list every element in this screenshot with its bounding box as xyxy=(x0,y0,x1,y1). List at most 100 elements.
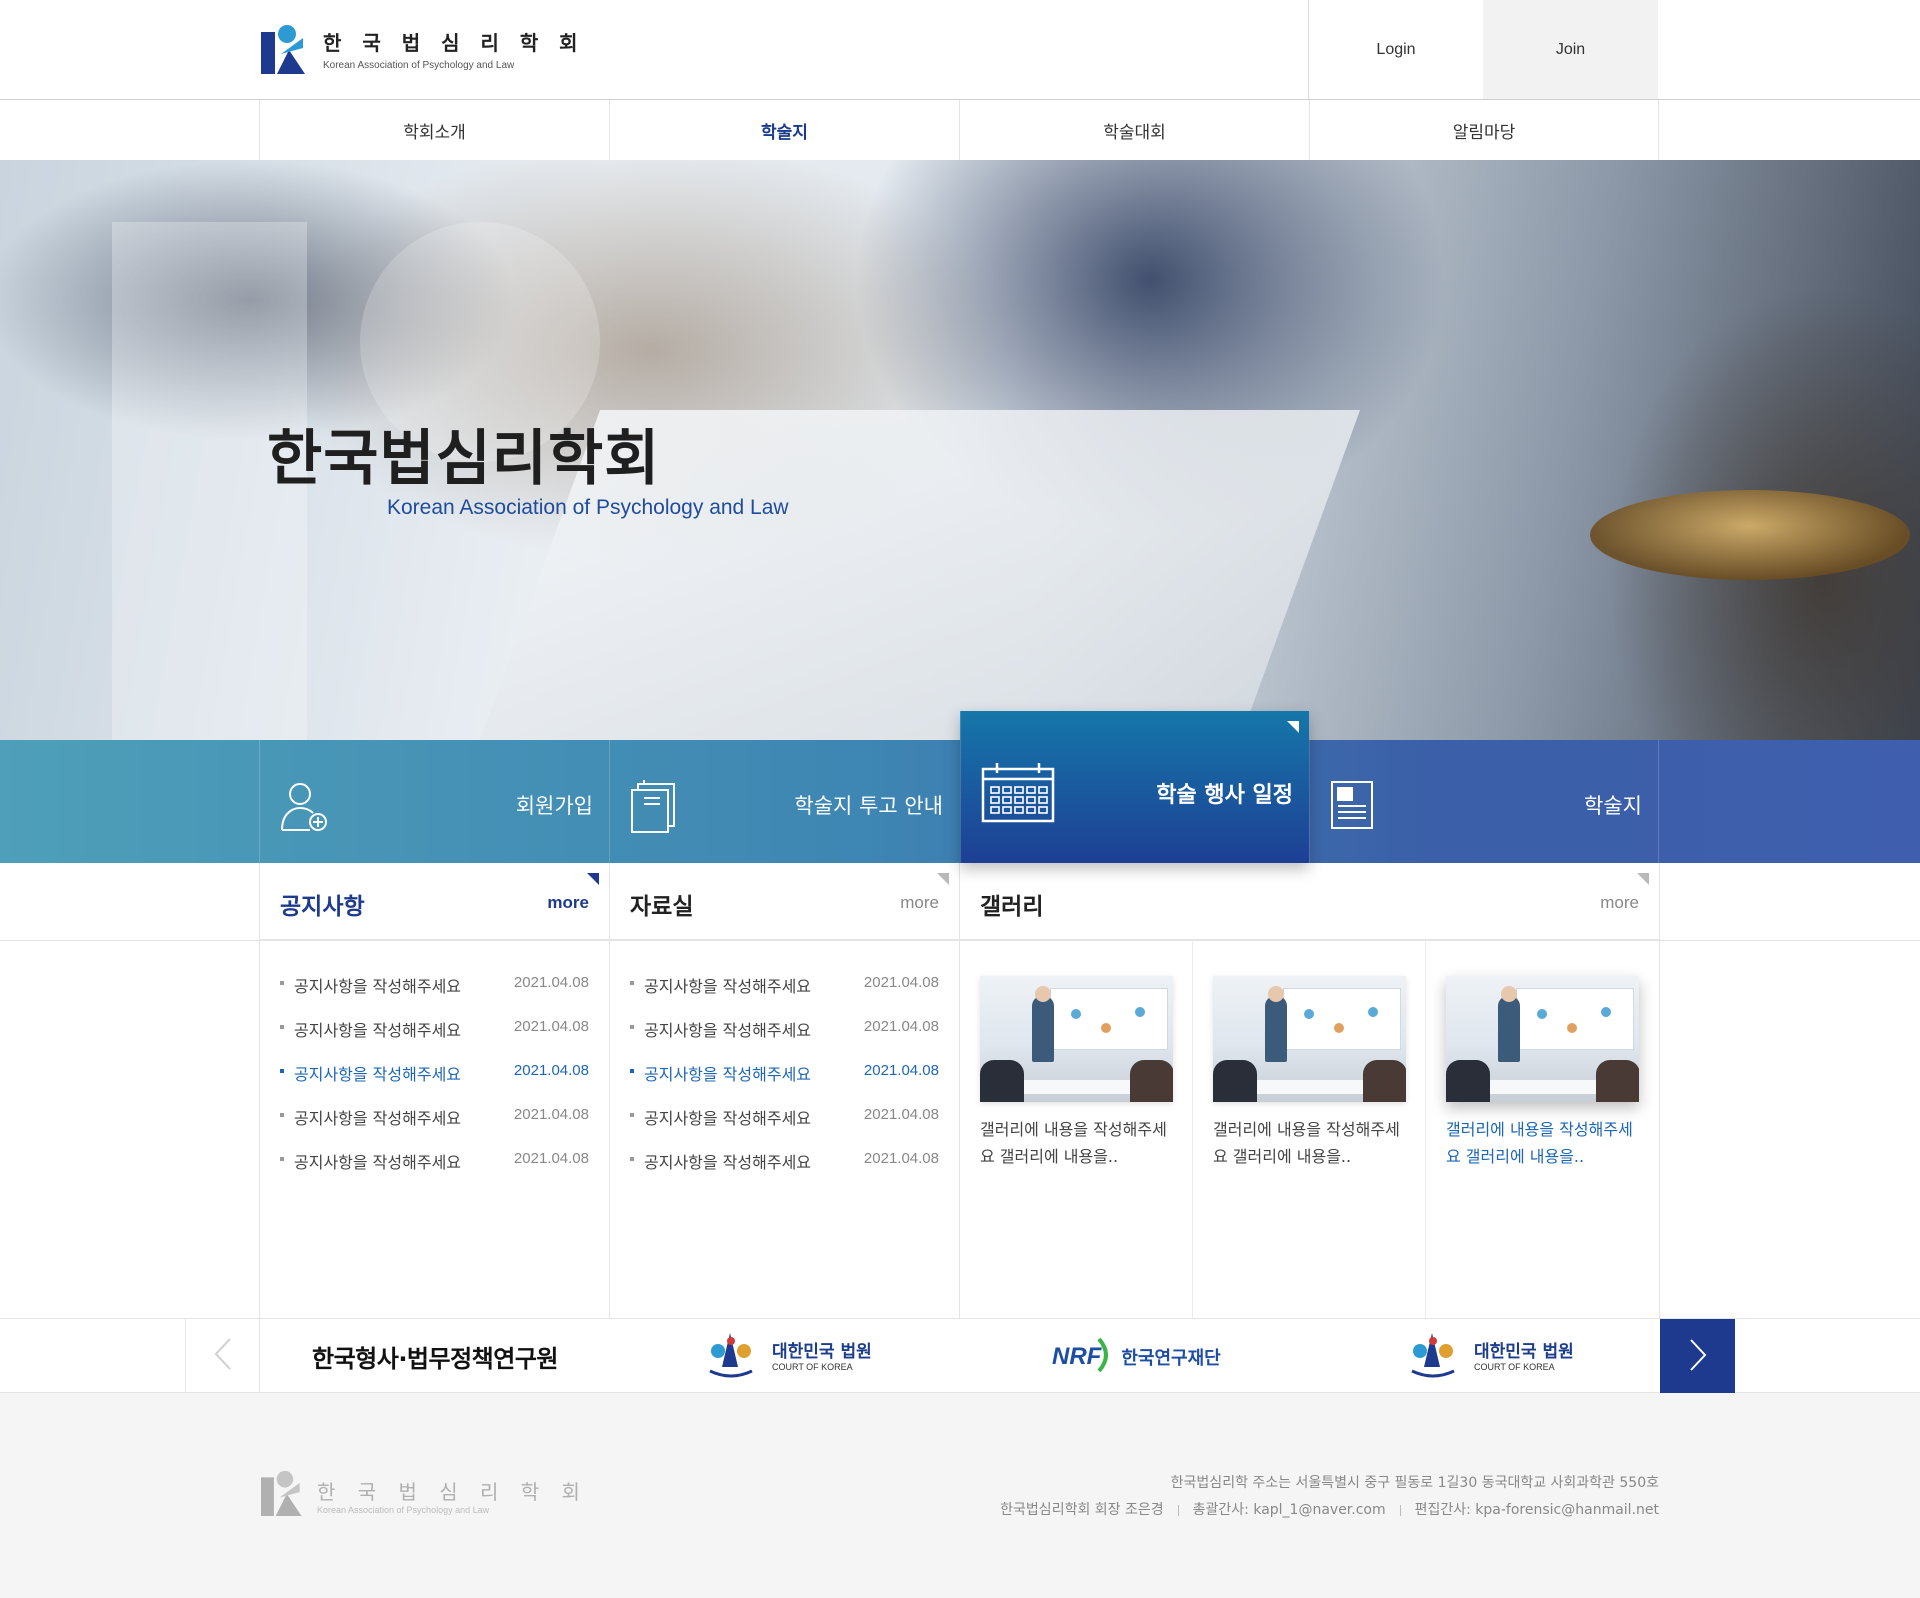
notice-row[interactable]: 공지사항을 작성해주세요 2021.04.08 xyxy=(280,1051,589,1095)
archive-row[interactable]: 공지사항을 작성해주세요 2021.04.08 xyxy=(630,1095,939,1139)
corner-arrow-icon xyxy=(1637,873,1649,885)
bullet-icon xyxy=(630,981,634,985)
quick-link-label: 학술지 투고 안내 xyxy=(794,794,943,818)
presenter xyxy=(1265,986,1287,1062)
login-link[interactable]: Login xyxy=(1308,0,1483,99)
notice-row[interactable]: 공지사항을 작성해주세요 2021.04.08 xyxy=(280,1007,589,1051)
footer-info: 한국법심리학 주소는 서울특별시 중구 필동로 1길30 동국대학교 사회과학관… xyxy=(1000,1470,1659,1524)
archive-row-title: 공지사항을 작성해주세요 xyxy=(644,1021,812,1040)
gallery-thumbnail[interactable] xyxy=(980,976,1173,1102)
gallery-title: 갤러리 xyxy=(980,894,1044,920)
quick-link-journal[interactable]: 학술지 xyxy=(1309,740,1659,863)
main-nav: 학회소개 학술지 학술대회 알림마당 xyxy=(0,100,1920,160)
partner-nrf[interactable]: NRF 한국연구재단 xyxy=(1052,1319,1221,1394)
hero-banner: 한국법심리학회 Korean Association of Psychology… xyxy=(0,160,1920,740)
notice-row-date: 2021.04.08 xyxy=(513,1018,589,1035)
hero-title: 한국법심리학회 xyxy=(267,424,661,494)
partner-kicj[interactable]: 한국형사·법무정책연구원 xyxy=(312,1319,559,1394)
bullet-icon xyxy=(280,981,284,985)
gallery-caption[interactable]: 갤러리에 내용을 작성해주세요 갤러리에 내용을.. xyxy=(1446,1116,1646,1170)
nav-item-notices[interactable]: 알림마당 xyxy=(1309,100,1659,160)
notice-row-date: 2021.04.08 xyxy=(513,1106,589,1123)
quick-link-label: 회원가입 xyxy=(515,794,593,818)
join-link[interactable]: Join xyxy=(1483,0,1658,99)
carousel-prev-button[interactable] xyxy=(185,1319,260,1393)
archive-row-date: 2021.04.08 xyxy=(863,1106,939,1123)
corner-arrow-icon xyxy=(1287,721,1299,733)
bullet-icon xyxy=(280,1157,284,1161)
partner-subtitle: COURT OF KOREA xyxy=(1474,1361,1555,1372)
carousel-next-button[interactable] xyxy=(1660,1319,1735,1394)
archive-row[interactable]: 공지사항을 작성해주세요 2021.04.08 xyxy=(630,1007,939,1051)
quick-link-event-schedule[interactable]: 학술 행사 일정 xyxy=(960,711,1309,863)
archive-title: 자료실 xyxy=(630,894,694,920)
archive-header: 자료실 more xyxy=(610,863,959,940)
partner-name: 대한민국 법원 xyxy=(1474,1341,1574,1362)
notice-row-title: 공지사항을 작성해주세요 xyxy=(294,1153,462,1172)
archive-row[interactable]: 공지사항을 작성해주세요 2021.04.08 xyxy=(630,963,939,1007)
footer-logo-subtitle: Korean Association of Psychology and Law xyxy=(317,1504,490,1515)
seated-person xyxy=(1130,1060,1173,1102)
archive-row-date: 2021.04.08 xyxy=(863,1150,939,1167)
journal-icon xyxy=(1330,780,1374,835)
seated-person xyxy=(1213,1060,1257,1102)
gallery-caption[interactable]: 갤러리에 내용을 작성해주세요 갤러리에 내용을.. xyxy=(1213,1116,1413,1170)
whiteboard xyxy=(1283,988,1401,1050)
divider xyxy=(1399,1504,1401,1516)
logo-mark-icon xyxy=(259,1470,309,1520)
footer-president: 한국법심리학회 회장 조은경 xyxy=(1000,1502,1164,1518)
hero-scale-image xyxy=(1590,490,1910,580)
notice-row[interactable]: 공지사항을 작성해주세요 2021.04.08 xyxy=(280,1095,589,1139)
gallery-more-link[interactable]: more xyxy=(1600,893,1639,913)
corner-arrow-icon xyxy=(937,873,949,885)
chevron-left-icon xyxy=(214,1337,232,1375)
seated-person xyxy=(1446,1060,1490,1102)
nav-item-about[interactable]: 학회소개 xyxy=(259,100,609,160)
archive-row-title: 공지사항을 작성해주세요 xyxy=(644,1109,812,1128)
archive-row-title: 공지사항을 작성해주세요 xyxy=(644,977,812,996)
gallery-item[interactable]: 갤러리에 내용을 작성해주세요 갤러리에 내용을.. xyxy=(1426,940,1659,1318)
archive-row-title: 공지사항을 작성해주세요 xyxy=(644,1153,812,1172)
bullet-icon xyxy=(630,1113,634,1117)
corner-arrow-icon xyxy=(587,873,599,885)
gallery-caption[interactable]: 갤러리에 내용을 작성해주세요 갤러리에 내용을.. xyxy=(980,1116,1180,1170)
notice-title: 공지사항 xyxy=(280,894,365,920)
notice-row-title: 공지사항을 작성해주세요 xyxy=(294,1109,462,1128)
hero-subtitle: Korean Association of Psychology and Law xyxy=(387,496,789,519)
seated-person xyxy=(1363,1060,1406,1102)
court-emblem-icon xyxy=(700,1327,762,1387)
partner-court-of-korea[interactable]: 대한민국 법원 COURT OF KOREA xyxy=(700,1319,872,1394)
notice-row[interactable]: 공지사항을 작성해주세요 2021.04.08 xyxy=(280,963,589,1007)
gallery-thumbnail[interactable] xyxy=(1446,976,1639,1102)
archive-row-title: 공지사항을 작성해주세요 xyxy=(644,1065,812,1084)
partner-court-of-korea-2[interactable]: 대한민국 법원 COURT OF KOREA xyxy=(1402,1319,1574,1394)
nrf-swoosh-icon xyxy=(1097,1335,1111,1379)
notice-more-link[interactable]: more xyxy=(547,893,589,913)
court-emblem-icon xyxy=(1402,1327,1464,1387)
archive-board: 자료실 more 공지사항을 작성해주세요 2021.04.08 공지사항을 작성… xyxy=(609,863,959,1318)
nav-item-journal[interactable]: 학술지 xyxy=(609,100,959,160)
quick-link-submission-guide[interactable]: 학술지 투고 안내 xyxy=(609,740,959,863)
seated-person xyxy=(1596,1060,1639,1102)
quick-link-membership[interactable]: 회원가입 xyxy=(259,740,609,863)
site-logo[interactable]: 한 국 법 심 리 학 회 Korean Association of Psyc… xyxy=(259,24,585,74)
gallery-item[interactable]: 갤러리에 내용을 작성해주세요 갤러리에 내용을.. xyxy=(1193,940,1426,1318)
archive-row[interactable]: 공지사항을 작성해주세요 2021.04.08 xyxy=(630,1051,939,1095)
presenter xyxy=(1032,986,1054,1062)
whiteboard xyxy=(1050,988,1168,1050)
gallery-thumbnail[interactable] xyxy=(1213,976,1406,1102)
notice-row-date: 2021.04.08 xyxy=(513,974,589,991)
gallery-item[interactable]: 갤러리에 내용을 작성해주세요 갤러리에 내용을.. xyxy=(960,940,1193,1318)
nav-item-conference[interactable]: 학술대회 xyxy=(959,100,1309,160)
gallery-header: 갤러리 more xyxy=(960,863,1659,940)
archive-more-link[interactable]: more xyxy=(900,893,939,913)
footer-secretary-email: 총괄간사: kapl_1@naver.com xyxy=(1192,1502,1386,1518)
notice-row-title: 공지사항을 작성해주세요 xyxy=(294,977,462,996)
notice-row[interactable]: 공지사항을 작성해주세요 2021.04.08 xyxy=(280,1139,589,1183)
whiteboard xyxy=(1516,988,1634,1050)
archive-row-date: 2021.04.08 xyxy=(863,974,939,991)
notice-board: 공지사항 more 공지사항을 작성해주세요 2021.04.08 공지사항을 작… xyxy=(259,863,609,1318)
archive-row[interactable]: 공지사항을 작성해주세요 2021.04.08 xyxy=(630,1139,939,1183)
quick-link-label: 학술 행사 일정 xyxy=(1156,783,1293,808)
boards-section: 공지사항 more 공지사항을 작성해주세요 2021.04.08 공지사항을 작… xyxy=(0,863,1920,1318)
